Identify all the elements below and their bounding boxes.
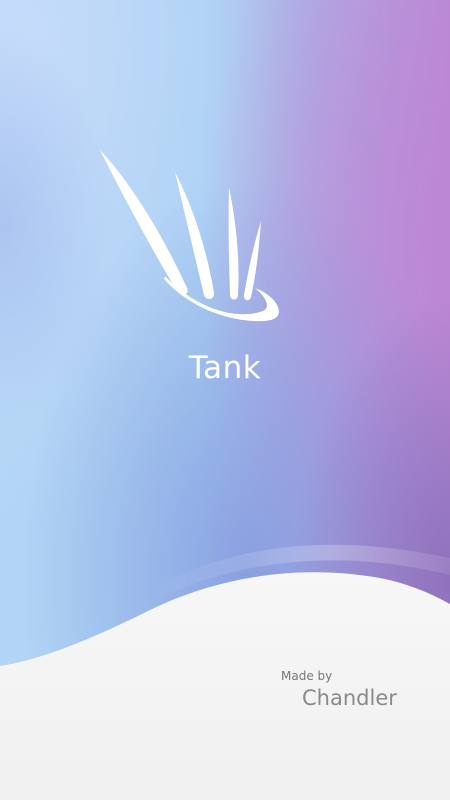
made-by-label: Made by [281, 669, 333, 683]
author-name: Chandler [302, 686, 397, 710]
splash-screen: Tank Made by Chandler [0, 0, 450, 800]
bottom-wave [0, 544, 450, 800]
